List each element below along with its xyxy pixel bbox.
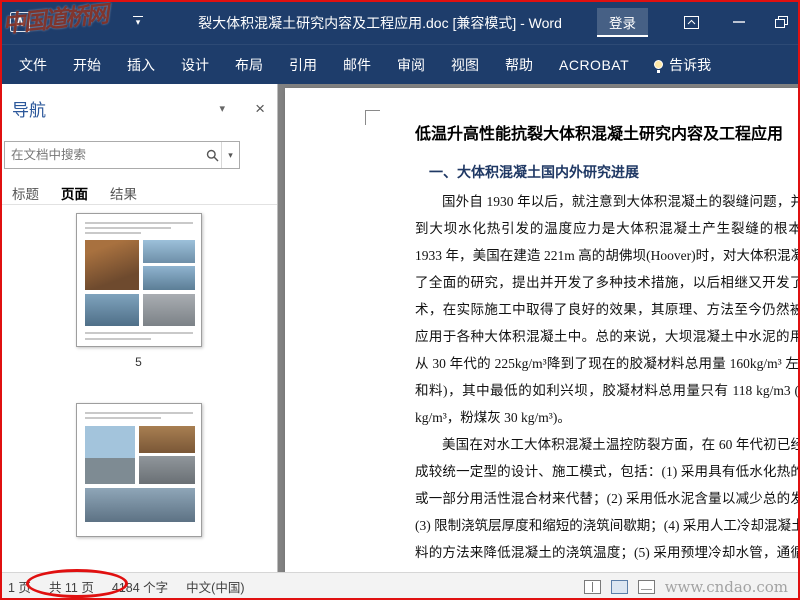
page-5-label: 5	[135, 355, 142, 369]
navigation-close-icon[interactable]: ×	[255, 100, 265, 117]
thumbnail-text-line	[84, 227, 171, 229]
navigation-tabs: 标题 页面 结果	[0, 169, 277, 205]
search-icon[interactable]	[203, 149, 221, 162]
page-5-thumbnail[interactable]	[75, 213, 202, 347]
navigation-pane: 导航 ▾ × ▾ 标题 页面 结果	[0, 84, 278, 572]
status-page-count[interactable]: 共 11 页	[49, 577, 94, 596]
read-mode-view-icon[interactable]	[583, 579, 601, 594]
tell-me-label: 告诉我	[669, 56, 712, 73]
ribbon-tab-acrobat[interactable]: ACROBAT	[546, 45, 642, 85]
thumbnail-photo-block	[142, 294, 195, 326]
margin-crop-mark-icon	[365, 110, 380, 125]
sign-in-button[interactable]: 登录	[597, 8, 648, 37]
ribbon-tab-view[interactable]: 视图	[438, 45, 492, 85]
navigation-pane-title: 导航	[12, 101, 46, 120]
document-paragraph: 国外自 1930 年以后，就注意到大体积混凝土的裂缝问题，并且意识到大坝水化热引…	[415, 194, 800, 425]
thumbnail-photo-block	[138, 426, 195, 453]
status-word-count[interactable]: 4184 个字	[112, 577, 168, 596]
title-bar: W ▾ 裂大体积混凝土研究内容及工程应用.doc [兼容模式] - Word 登…	[0, 0, 800, 44]
ribbon-tab-layout[interactable]: 布局	[222, 45, 276, 85]
status-bar: 1 页 共 11 页 4184 个字 中文(中国) www.cndao.com	[0, 572, 800, 600]
navigation-pane-header: 导航 ▾ ×	[0, 84, 277, 125]
minimize-button[interactable]	[726, 12, 752, 32]
search-input[interactable]	[5, 148, 203, 162]
status-language[interactable]: 中文(中国)	[186, 577, 244, 596]
ribbon-tab-home[interactable]: 开始	[60, 45, 114, 85]
thumbnail-photo-block	[138, 456, 195, 484]
restore-button[interactable]	[768, 12, 794, 32]
thumbnail-text-line	[84, 332, 193, 334]
ribbon-tab-review[interactable]: 审阅	[384, 45, 438, 85]
ribbon-tab-mailings[interactable]: 邮件	[330, 45, 384, 85]
tell-me-box[interactable]: 告诉我	[642, 55, 723, 75]
nav-tab-pages[interactable]: 页面	[61, 183, 88, 204]
document-canvas: 低温升高性能抗裂大体积混凝土研究内容及工程应用 一、大体积混凝土国内外研究进展 …	[278, 84, 800, 572]
ribbon-tab-help[interactable]: 帮助	[492, 45, 546, 85]
nav-tab-results[interactable]: 结果	[110, 183, 137, 204]
ribbon-tab-bar: 文件 开始 插入 设计 布局 引用 邮件 审阅 视图 帮助 ACROBAT 告诉…	[0, 44, 800, 84]
ribbon-tab-references[interactable]: 引用	[276, 45, 330, 85]
document-paragraph: 美国在对水工大体积混凝土温控防裂方面，在 60 年代初已经逐渐形成较统一定型的设…	[415, 437, 800, 560]
document-title: 低温升高性能抗裂大体积混凝土研究内容及工程应用	[415, 126, 784, 143]
ribbon-tab-design[interactable]: 设计	[168, 45, 222, 85]
thumbnail-photo-block	[84, 294, 139, 326]
cndao-url-watermark: www.cndao.com	[664, 577, 788, 596]
document-content[interactable]: 低温升高性能抗裂大体积混凝土研究内容及工程应用 一、大体积混凝土国内外研究进展 …	[285, 88, 800, 572]
thumbnail-photo-block	[142, 266, 195, 290]
thumbnail-photo-block	[84, 488, 195, 522]
ribbon-tab-file[interactable]: 文件	[6, 45, 60, 85]
lightbulb-icon	[654, 60, 664, 73]
page-6-thumbnail[interactable]	[75, 403, 202, 537]
thumbnail-text-line	[84, 338, 151, 340]
thumbnail-photo-block	[84, 240, 139, 290]
page-thumbnails-list: 5	[0, 205, 277, 572]
thumbnail-photo-block	[84, 426, 135, 484]
section-heading: 一、大体积混凝土国内外研究进展	[429, 166, 639, 181]
thumbnail-text-line	[84, 222, 193, 224]
thumbnail-text-line	[84, 232, 141, 234]
document-search-box[interactable]: ▾	[4, 141, 240, 169]
thumbnail-photo-block	[142, 240, 195, 263]
thumbnail-text-line	[84, 417, 161, 419]
web-layout-view-icon[interactable]	[637, 579, 655, 594]
ribbon-tab-insert[interactable]: 插入	[114, 45, 168, 85]
status-page-number[interactable]: 1 页	[8, 577, 31, 596]
nav-tab-headings[interactable]: 标题	[12, 183, 39, 204]
navigation-options-dropdown-icon[interactable]: ▾	[220, 102, 226, 115]
main-area: 导航 ▾ × ▾ 标题 页面 结果	[0, 84, 800, 572]
view-switcher: www.cndao.com	[583, 577, 792, 596]
ribbon-display-options-icon[interactable]	[678, 12, 704, 32]
document-page[interactable]: 低温升高性能抗裂大体积混凝土研究内容及工程应用 一、大体积混凝土国内外研究进展 …	[285, 88, 800, 572]
search-dropdown-icon[interactable]: ▾	[221, 142, 239, 168]
thumbnail-text-line	[84, 412, 193, 414]
print-layout-view-icon[interactable]	[610, 579, 628, 594]
